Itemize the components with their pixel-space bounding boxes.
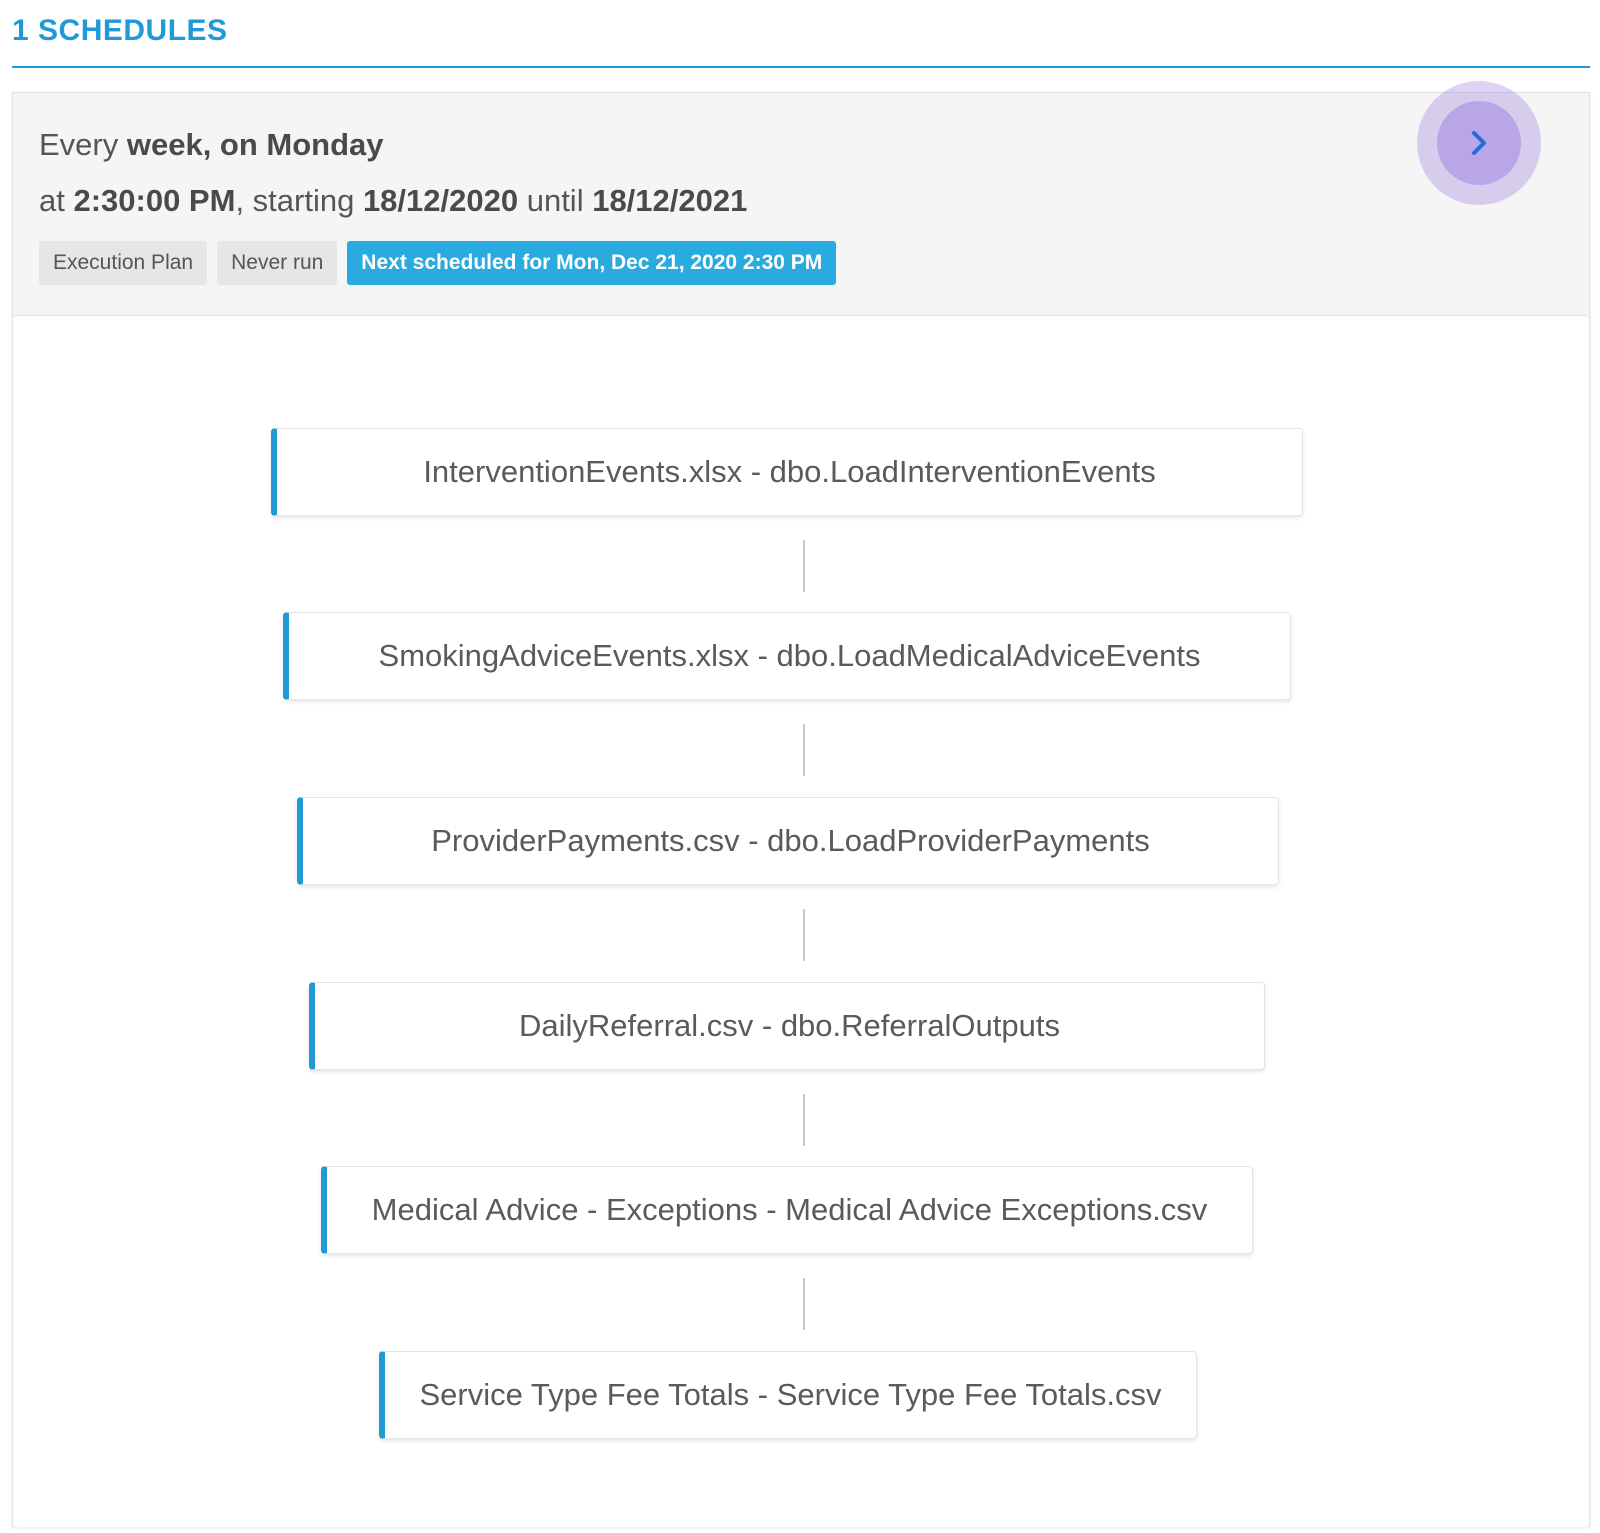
step-connector [803,724,805,776]
end-date: 18/12/2021 [592,183,748,218]
plan-step[interactable]: DailyReferral.csv - dbo.ReferralOutputs [309,982,1265,1070]
execution-plan-diagram: InterventionEvents.xlsx - dbo.LoadInterv… [13,315,1589,1527]
plan-step-label: ProviderPayments.csv - dbo.LoadProviderP… [431,823,1150,858]
schedules-header: 1 SCHEDULES [12,0,1590,68]
until-label: until [518,183,593,218]
step-connector [803,1278,805,1330]
plan-step-label: Service Type Fee Totals - Service Type F… [419,1377,1162,1412]
time-value: 2:30:00 PM [73,183,236,218]
expand-toggle-button[interactable] [1437,101,1521,185]
step-connector [803,540,805,592]
frequency-prefix: Every [39,127,127,162]
plan-step[interactable]: InterventionEvents.xlsx - dbo.LoadInterv… [271,428,1303,516]
schedules-title: 1 SCHEDULES [12,14,228,47]
time-prefix: at [39,183,74,218]
starting-label: , starting [235,183,363,218]
chevron-right-icon [1472,131,1486,155]
plan-step-label: Medical Advice - Exceptions - Medical Ad… [371,1192,1208,1227]
schedule-card: Every week, on Monday at 2:30:00 PM, sta… [12,81,1590,1527]
schedule-badges: Execution Plan Never run Next scheduled … [39,241,837,285]
plan-step[interactable]: Medical Advice - Exceptions - Medical Ad… [321,1166,1253,1254]
schedule-frequency: Every week, on Monday [39,127,384,163]
step-connector [803,1094,805,1146]
plan-step-label: InterventionEvents.xlsx - dbo.LoadInterv… [423,454,1156,489]
plan-step[interactable]: SmokingAdviceEvents.xlsx - dbo.LoadMedic… [283,612,1291,700]
start-date: 18/12/2020 [362,183,519,218]
schedule-time-range: at 2:30:00 PM, starting 18/12/2020 until… [39,183,747,219]
plan-step-label: DailyReferral.csv - dbo.ReferralOutputs [519,1008,1060,1043]
frequency-value: week, on Monday [126,127,384,162]
execution-plan-badge: Execution Plan [39,241,208,285]
plan-step[interactable]: Service Type Fee Totals - Service Type F… [379,1351,1197,1439]
plan-step[interactable]: ProviderPayments.csv - dbo.LoadProviderP… [297,797,1279,885]
last-run-badge: Never run [217,241,338,285]
plan-step-label: SmokingAdviceEvents.xlsx - dbo.LoadMedic… [378,638,1201,673]
step-connector [803,909,805,961]
next-run-badge: Next scheduled for Mon, Dec 21, 2020 2:3… [347,241,837,285]
